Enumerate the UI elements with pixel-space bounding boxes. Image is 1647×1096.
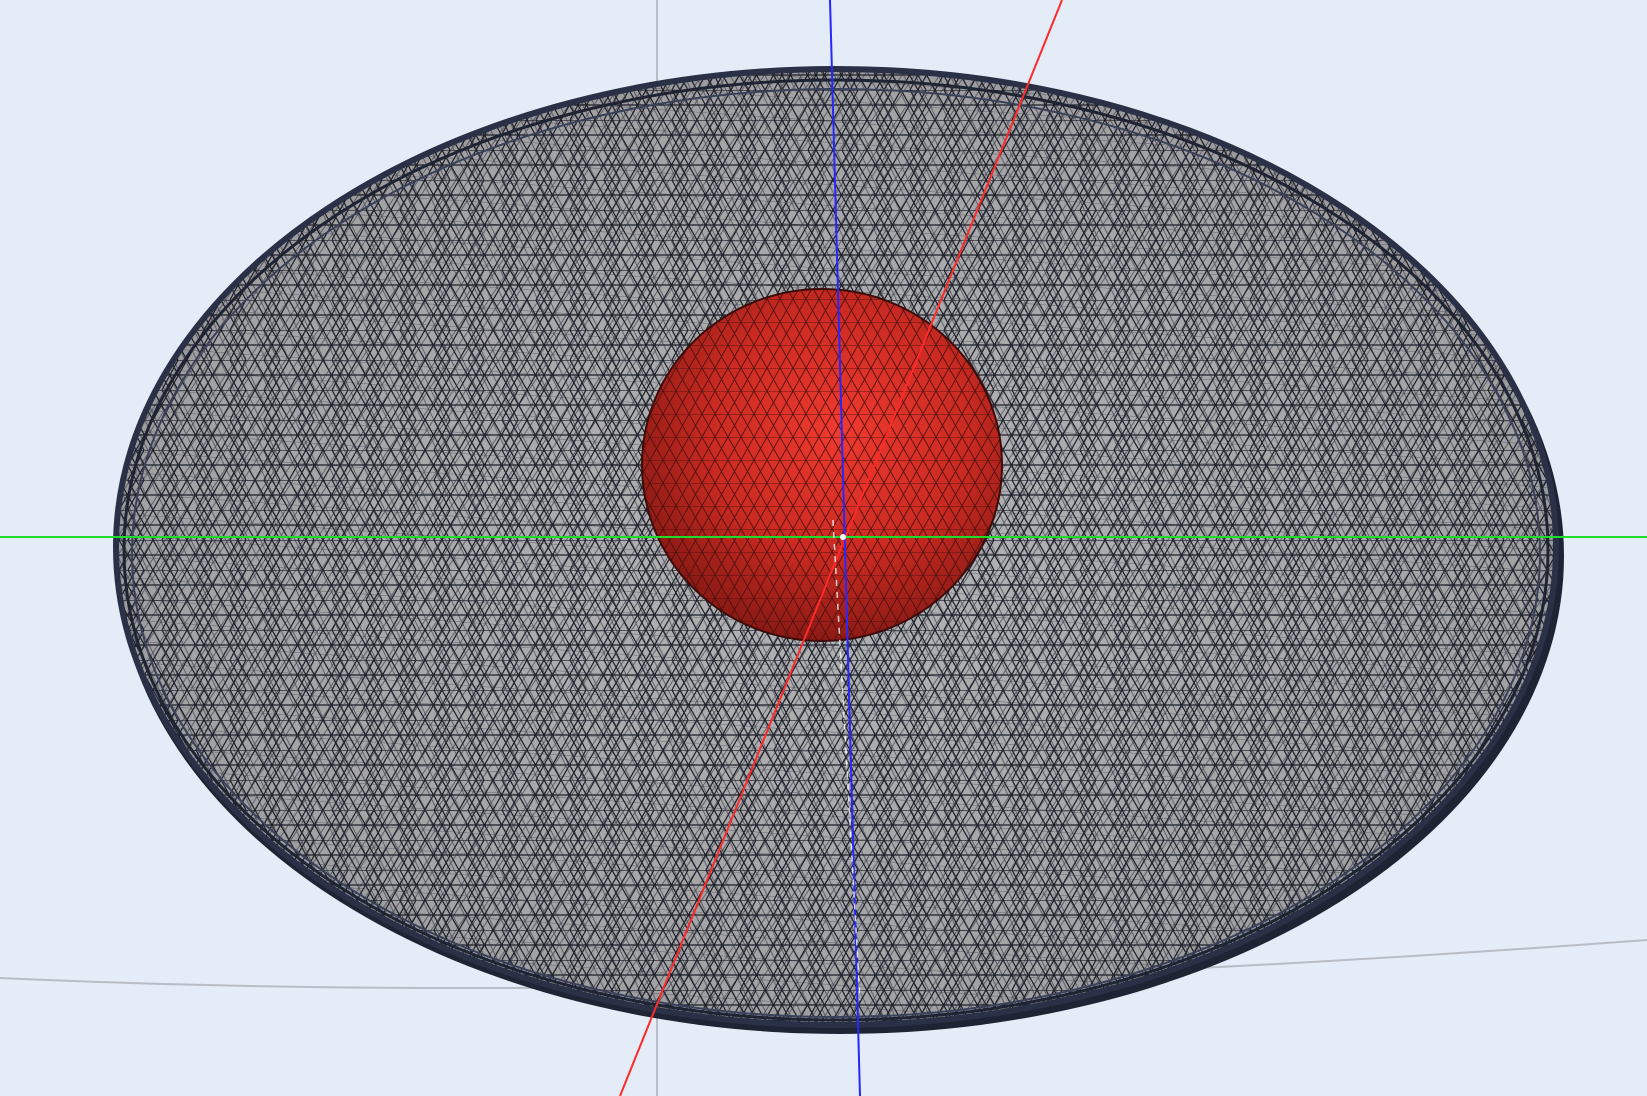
scene-canvas[interactable] <box>0 0 1647 1096</box>
3d-viewport[interactable] <box>0 0 1647 1096</box>
origin-marker <box>840 534 846 540</box>
